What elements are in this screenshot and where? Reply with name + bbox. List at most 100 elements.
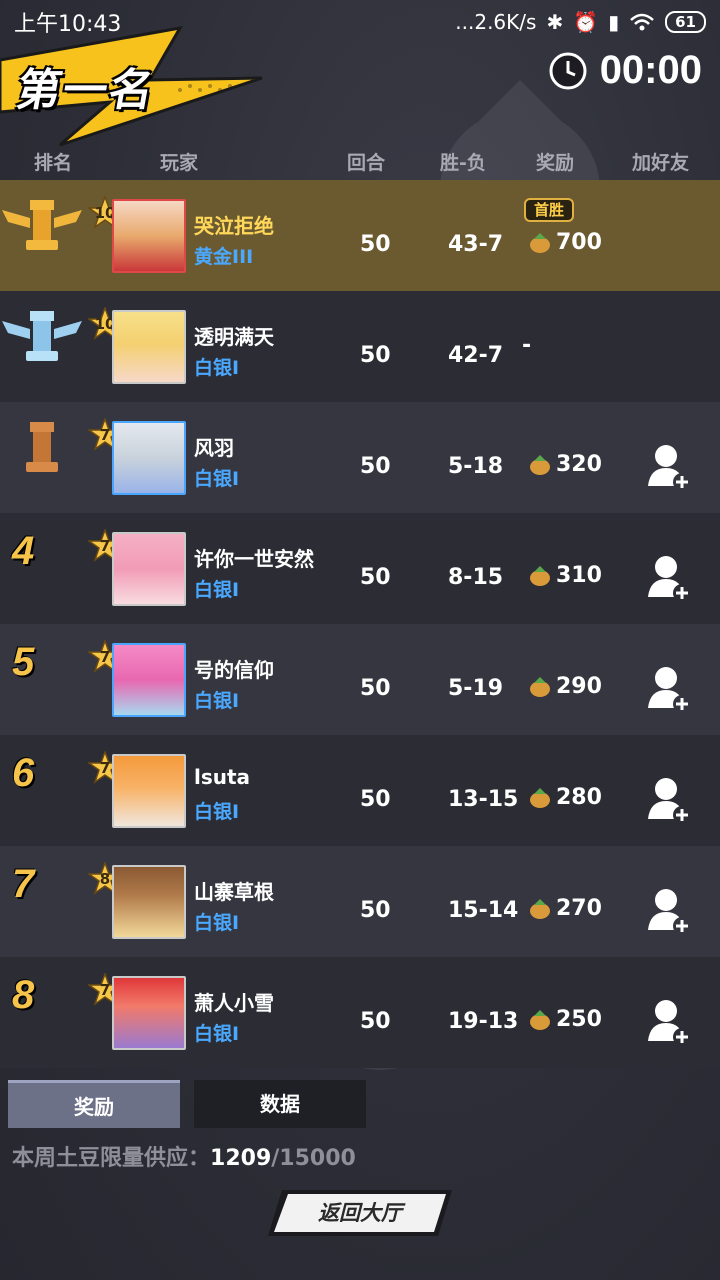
avatar[interactable]: [112, 199, 186, 273]
rounds-value: 50: [360, 1009, 391, 1034]
status-bar: 上午10:43 ...2.6K/s ✱ ⏰ ▮ 61: [0, 0, 720, 44]
player-name: lsuta: [194, 765, 251, 789]
potato-coin-icon: [530, 676, 550, 697]
rank-cell: [0, 180, 90, 291]
win-loss-value: 8-15: [448, 565, 504, 590]
rank-cell: 4: [0, 513, 90, 624]
player-tier: 白银I: [194, 912, 240, 934]
avatar[interactable]: [112, 865, 186, 939]
table-row: 10 透明满天 白银I 50 42-7 -: [0, 291, 720, 402]
column-rounds: 回合: [347, 152, 386, 174]
table-row: 4 7 许你一世安然 白银I 50 8-15 310: [0, 513, 720, 624]
rank-number: 4: [12, 529, 35, 573]
win-loss-value: 13-15: [448, 787, 519, 812]
signal-icon: ▮: [608, 10, 620, 34]
player-tier: 白银I: [194, 357, 240, 379]
add-friend-icon[interactable]: [646, 997, 692, 1047]
avatar[interactable]: [112, 532, 186, 606]
back-button-label: 返回大厅: [318, 1201, 402, 1225]
reward-value: 280: [528, 785, 602, 810]
gold-chess-rook-icon: [2, 200, 82, 250]
player-name: 萧人小雪: [194, 991, 274, 1015]
add-friend-icon[interactable]: [646, 775, 692, 825]
rank-cell: 5: [0, 624, 90, 735]
ranking-list: 10 哭泣拒绝 黄金III 50 43-7 首胜 700 10 透明满天 白银I…: [0, 180, 720, 1068]
status-time: 上午10:43: [14, 12, 122, 37]
rank-number: 7: [12, 862, 35, 906]
add-friend-icon[interactable]: [646, 886, 692, 936]
avatar[interactable]: [112, 421, 186, 495]
rank-cell: 7: [0, 846, 90, 957]
clock-icon: [549, 52, 587, 89]
table-row: 8 7 萧人小雪 白银I 50 19-13 250: [0, 957, 720, 1068]
rank-title: 第一名: [12, 65, 160, 116]
rounds-value: 50: [360, 565, 391, 590]
results-screen: 上午10:43 ...2.6K/s ✱ ⏰ ▮ 61 第一名 00:00 排名 …: [0, 0, 720, 1280]
win-loss-value: 19-13: [448, 1009, 519, 1034]
column-rank: 排名: [34, 152, 73, 174]
potato-coin-icon: [530, 1009, 550, 1030]
potato-coin-icon: [530, 232, 550, 253]
tab-reward[interactable]: 奖励: [8, 1080, 180, 1128]
player-tier: 白银I: [194, 579, 240, 601]
player-name: 哭泣拒绝: [194, 214, 274, 238]
supply-current: 1209: [210, 1146, 272, 1171]
player-tier: 白银I: [194, 690, 240, 712]
table-row: 6 7 lsuta 白银I 50 13-15 280: [0, 735, 720, 846]
win-loss-value: 5-18: [448, 454, 504, 479]
reward-value: 270: [528, 896, 602, 921]
battery-indicator: 61: [665, 11, 706, 33]
rank-number: 8: [12, 973, 35, 1017]
add-friend-icon[interactable]: [646, 664, 692, 714]
rounds-value: 50: [360, 676, 391, 701]
rank-cell: 6: [0, 735, 90, 846]
avatar[interactable]: [112, 754, 186, 828]
avatar[interactable]: [112, 310, 186, 384]
back-to-lobby-button[interactable]: 返回大厅: [268, 1188, 452, 1238]
add-friend-icon[interactable]: [646, 553, 692, 603]
potato-coin-icon: [530, 454, 550, 475]
timer-value: 00:00: [599, 48, 702, 92]
wifi-icon: [630, 13, 654, 31]
add-friend-icon[interactable]: [646, 442, 692, 492]
timer: 00:00: [548, 48, 702, 93]
rounds-value: 50: [360, 343, 391, 368]
avatar[interactable]: [112, 976, 186, 1050]
silver-chess-rook-icon: [2, 311, 82, 361]
bottom-tabs: 奖励 数据: [0, 1078, 720, 1130]
tab-data[interactable]: 数据: [194, 1080, 366, 1128]
column-reward: 奖励: [536, 152, 575, 174]
network-speed: ...2.6K/s: [455, 10, 537, 34]
reward-value: -: [522, 333, 532, 358]
weekly-supply: 本周土豆限量供应：1209/15000: [12, 1140, 356, 1172]
player-name: 号的信仰: [194, 658, 274, 682]
supply-total: /15000: [271, 1146, 356, 1171]
rank-cell: 8: [0, 957, 90, 1068]
table-row: 10 哭泣拒绝 黄金III 50 43-7 首胜 700: [0, 180, 720, 291]
rounds-value: 50: [360, 787, 391, 812]
column-headers: 排名 玩家 回合 胜-负 奖励 加好友: [0, 148, 720, 178]
reward-value: 310: [528, 563, 602, 588]
rank-cell: [0, 291, 90, 402]
rounds-value: 50: [360, 898, 391, 923]
rounds-value: 50: [360, 454, 391, 479]
potato-coin-icon: [530, 898, 550, 919]
bluetooth-icon: ✱: [546, 10, 564, 34]
player-tier: 白银I: [194, 1023, 240, 1045]
win-loss-value: 15-14: [448, 898, 519, 923]
potato-coin-icon: [530, 565, 550, 586]
bronze-chess-rook-icon: [26, 422, 58, 472]
player-name: 透明满天: [194, 325, 274, 349]
player-name: 许你一世安然: [194, 547, 314, 571]
reward-value: 320: [528, 452, 602, 477]
win-loss-value: 42-7: [448, 343, 504, 368]
player-tier: 黄金III: [194, 246, 254, 268]
avatar[interactable]: [112, 643, 186, 717]
table-row: 7 风羽 白银I 50 5-18 320: [0, 402, 720, 513]
table-row: 5 7 号的信仰 白银I 50 5-19 290: [0, 624, 720, 735]
win-loss-value: 5-19: [448, 676, 504, 701]
rank-number: 6: [12, 751, 35, 795]
rank-number: 5: [12, 640, 35, 684]
player-tier: 白银I: [194, 468, 240, 490]
rounds-value: 50: [360, 232, 391, 257]
